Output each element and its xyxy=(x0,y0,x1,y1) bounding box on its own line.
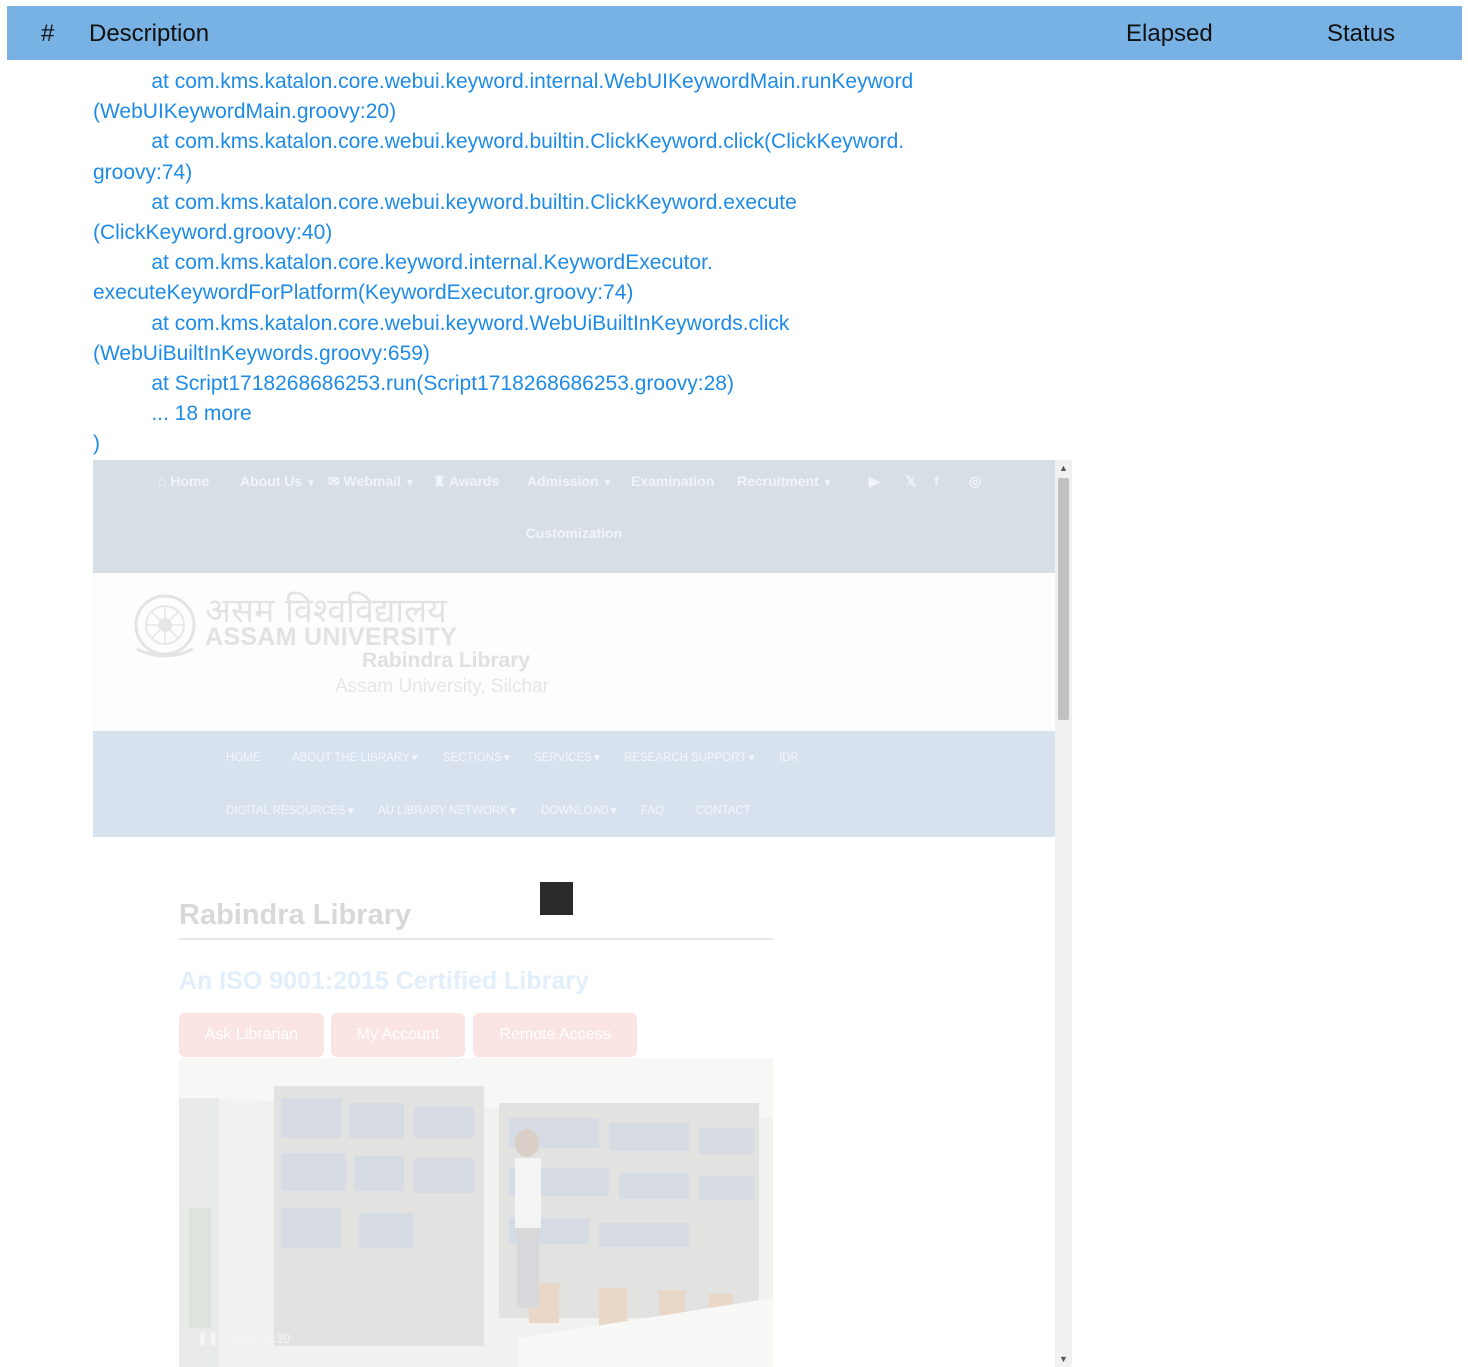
stack-line: at com.kms.katalon.core.webui.keyword.We… xyxy=(93,311,790,335)
report-table-header: # Description Elapsed Status xyxy=(7,6,1462,60)
stack-line: ) xyxy=(93,432,100,456)
top-nav-home-label: Home xyxy=(170,473,210,489)
library-main-nav: HOME ABOUT THE LIBRARY▼ SECTIONS▼ SERVIC… xyxy=(93,731,1055,837)
caret-down-icon: ▼ xyxy=(404,478,415,489)
page-content: Rabindra Library An ISO 9001:2015 Certif… xyxy=(93,837,1055,1367)
nav-home[interactable]: HOME xyxy=(226,752,261,764)
home-icon: ⌂ xyxy=(158,473,167,489)
caret-down-icon: ▼ xyxy=(409,753,420,764)
stack-line: groovy:74) xyxy=(93,160,193,184)
nav-idr[interactable]: IDR xyxy=(779,752,799,764)
top-nav-admission[interactable]: Admission ▼ xyxy=(527,473,612,489)
envelope-icon: ✉ xyxy=(328,473,340,489)
scroll-down-arrow-icon[interactable]: ▼ xyxy=(1055,1354,1072,1364)
more-options-icon[interactable]: ⋮ xyxy=(745,1330,758,1346)
top-nav-awards-label: Awards xyxy=(448,473,500,489)
caret-down-icon: ▼ xyxy=(507,806,518,817)
nav-about-library[interactable]: ABOUT THE LIBRARY▼ xyxy=(292,752,420,764)
nav-contact[interactable]: CONTACT xyxy=(696,805,751,817)
loading-overlay-square xyxy=(540,882,573,915)
nav-digital-resources-label: DIGITAL RESOURCES xyxy=(226,805,346,817)
screenshot-scrollbar[interactable]: ▲ ▼ xyxy=(1055,460,1072,1367)
stack-line: at com.kms.katalon.core.webui.keyword.in… xyxy=(93,70,914,93)
failure-screenshot: ⌂ Home About Us ▼ ✉ Webmail ▼ ♜ Awards A… xyxy=(93,460,1055,1367)
facebook-icon[interactable]: f xyxy=(934,473,939,489)
stack-line: (ClickKeyword.groovy:40) xyxy=(93,220,333,244)
nav-download[interactable]: DOWNLOAD▼ xyxy=(541,805,619,817)
top-nav-admission-label: Admission xyxy=(527,473,599,489)
nav-about-library-label: ABOUT THE LIBRARY xyxy=(292,752,410,764)
site-brand-banner: असम विश्वविद्यालय ASSAM UNIVERSITY Rabin… xyxy=(93,573,1055,731)
nav-services-label: SERVICES xyxy=(534,752,592,764)
nav-au-library-network[interactable]: AU LIBRARY NETWORK▼ xyxy=(378,805,518,817)
title-divider xyxy=(179,938,773,940)
nav-download-label: DOWNLOAD xyxy=(541,805,609,817)
stack-line: at com.kms.katalon.core.webui.keyword.bu… xyxy=(93,190,797,214)
caret-down-icon: ▼ xyxy=(345,806,356,817)
library-name: Rabindra Library xyxy=(362,649,531,672)
x-icon[interactable]: 𝕏 xyxy=(905,473,916,490)
stack-line: ... 18 more xyxy=(93,402,252,426)
scroll-up-arrow-icon[interactable]: ▲ xyxy=(1055,463,1072,473)
iso-certification-heading: An ISO 9001:2015 Certified Library xyxy=(179,967,589,995)
nav-sections-label: SECTIONS xyxy=(443,752,502,764)
nav-services[interactable]: SERVICES▼ xyxy=(534,752,602,764)
caret-down-icon: ▼ xyxy=(306,478,317,489)
top-nav-customization[interactable]: Customization xyxy=(93,525,1055,541)
youtube-icon[interactable]: ▶ xyxy=(869,473,880,490)
caret-down-icon: ▼ xyxy=(822,478,833,489)
nav-au-network-label: AU LIBRARY NETWORK xyxy=(378,805,508,817)
remote-access-button[interactable]: Remote Access xyxy=(473,1013,637,1057)
ask-librarian-button[interactable]: Ask Librarian xyxy=(179,1013,324,1057)
stack-line: at com.kms.katalon.core.webui.keyword.bu… xyxy=(93,130,905,154)
library-location: Assam University, Silchar xyxy=(335,676,549,697)
website-top-nav: ⌂ Home About Us ▼ ✉ Webmail ▼ ♜ Awards A… xyxy=(93,460,1055,573)
stack-line: at Script1718268686253.run(Script1718268… xyxy=(93,371,734,395)
caret-down-icon: ▼ xyxy=(602,478,613,489)
fullscreen-icon[interactable]: ⛶ xyxy=(689,1330,698,1346)
nav-faq[interactable]: FAQ xyxy=(641,805,664,817)
trophy-icon: ♜ xyxy=(433,473,446,489)
top-nav-recruitment[interactable]: Recruitment ▼ xyxy=(737,473,832,489)
stack-line: (WebUIKeywordMain.groovy:20) xyxy=(93,100,397,124)
mute-icon[interactable]: 🔇︎ xyxy=(637,1330,645,1346)
university-seal-icon xyxy=(134,594,196,658)
column-header-elapsed: Elapsed xyxy=(1126,20,1213,47)
top-nav-about-label: About Us xyxy=(240,473,303,489)
column-header-status: Status xyxy=(1327,20,1396,47)
my-account-button[interactable]: My Account xyxy=(331,1013,465,1057)
video-time: 0:00 / 0:39 xyxy=(229,1331,291,1346)
library-shelves-image xyxy=(179,1058,773,1367)
caret-down-icon: ▼ xyxy=(501,753,512,764)
nav-research-support[interactable]: RESEARCH SUPPORT▼ xyxy=(624,752,756,764)
stack-line: executeKeywordForPlatform(KeywordExecuto… xyxy=(93,281,634,305)
stack-line: (WebUiBuiltInKeywords.groovy:659) xyxy=(93,341,430,365)
nav-research-support-label: RESEARCH SUPPORT xyxy=(624,752,747,764)
pause-icon[interactable]: ❚❚ xyxy=(197,1330,219,1346)
nav-digital-resources[interactable]: DIGITAL RESOURCES▼ xyxy=(226,805,355,817)
top-nav-recruitment-label: Recruitment xyxy=(737,473,819,489)
caret-down-icon: ▼ xyxy=(608,806,619,817)
top-nav-about[interactable]: About Us ▼ xyxy=(240,473,316,489)
top-nav-awards[interactable]: ♜ Awards xyxy=(433,473,499,490)
top-nav-home[interactable]: ⌂ Home xyxy=(158,473,209,489)
instagram-icon[interactable]: ◎ xyxy=(969,473,981,490)
library-video[interactable]: ❚❚ 0:00 / 0:39 🔇︎ ⛶ ⋮ xyxy=(179,1058,773,1367)
page-title: Rabindra Library xyxy=(179,899,412,931)
caret-down-icon: ▼ xyxy=(591,753,602,764)
top-nav-webmail[interactable]: ✉ Webmail ▼ xyxy=(328,473,415,490)
top-nav-examination[interactable]: Examination xyxy=(631,473,714,489)
caret-down-icon: ▼ xyxy=(746,753,757,764)
stack-line: at com.kms.katalon.core.keyword.internal… xyxy=(93,251,713,275)
column-header-description: Description xyxy=(89,20,210,47)
university-name: ASSAM UNIVERSITY xyxy=(205,623,458,651)
error-stack-trace: at com.kms.katalon.core.webui.keyword.in… xyxy=(93,67,1083,459)
column-header-number: # xyxy=(41,20,55,47)
scroll-thumb[interactable] xyxy=(1058,478,1069,720)
top-nav-webmail-label: Webmail xyxy=(343,473,401,489)
nav-sections[interactable]: SECTIONS▼ xyxy=(443,752,512,764)
